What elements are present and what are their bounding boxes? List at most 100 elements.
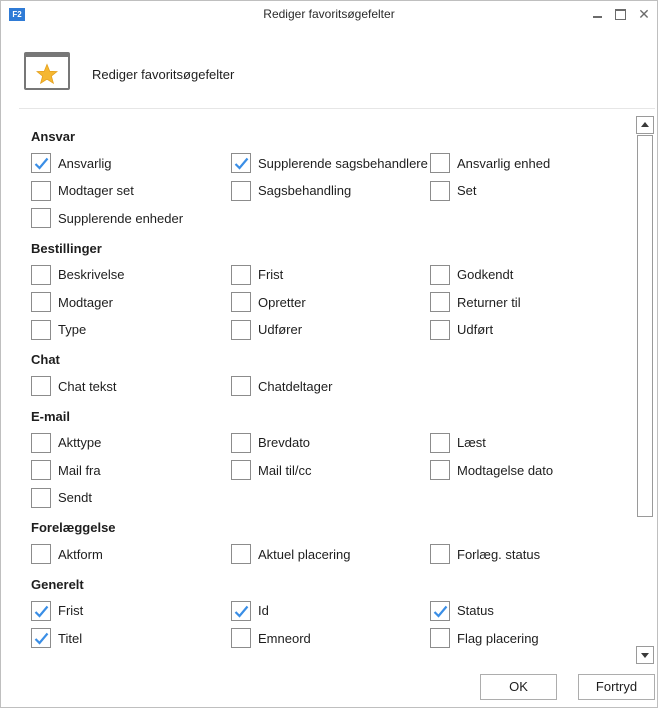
checkbox-item[interactable]: Aktuel placering: [231, 544, 351, 564]
checkbox-label: Aktuel placering: [258, 546, 351, 562]
checkbox-item[interactable]: Emneord: [231, 628, 311, 648]
checkbox-checked[interactable]: [31, 600, 51, 621]
scroll-down-icon[interactable]: [636, 646, 654, 664]
checkbox-item[interactable]: Mail til/cc: [231, 460, 311, 480]
checkbox[interactable]: [430, 153, 450, 173]
checkmark-icon: [34, 632, 49, 645]
checkbox[interactable]: [31, 487, 51, 508]
minimize-icon[interactable]: [585, 4, 609, 24]
checkbox[interactable]: [430, 180, 450, 201]
field-list: Ansvar Ansvarlig Supplerende sagsbehandler…: [19, 109, 635, 667]
checkbox-checked[interactable]: [231, 153, 251, 173]
checkbox-item[interactable]: Chatdeltager: [231, 376, 332, 396]
checkbox[interactable]: [231, 180, 251, 201]
checkbox-item[interactable]: Sendt: [31, 487, 92, 508]
group-title: Forelæggelse: [31, 520, 116, 535]
checkbox-item[interactable]: Sagsbehandling: [231, 180, 351, 201]
checkbox[interactable]: [231, 628, 251, 648]
checkbox-label: Udført: [457, 322, 494, 337]
checkbox-item[interactable]: Ansvarlig: [31, 153, 111, 173]
vertical-scrollbar[interactable]: [636, 116, 654, 666]
checkbox[interactable]: [31, 180, 51, 201]
checkbox-checked[interactable]: [430, 600, 450, 621]
group-title: E-mail: [31, 408, 71, 424]
checkbox-label: Frist: [258, 267, 284, 282]
checkbox[interactable]: [31, 432, 51, 453]
checkbox[interactable]: [430, 264, 450, 285]
checkbox-label: Chatdeltager: [258, 378, 333, 394]
checkbox-item[interactable]: Chat tekst: [31, 376, 117, 396]
checkbox-item[interactable]: Supplerende sagsbehandlere: [231, 153, 428, 173]
checkbox-item[interactable]: Frist: [231, 264, 284, 285]
checkbox[interactable]: [430, 628, 450, 648]
checkbox-item[interactable]: Returner til: [430, 292, 521, 312]
checkbox-item[interactable]: Modtager: [31, 292, 113, 312]
checkmark-icon: [34, 157, 49, 170]
checkbox-item[interactable]: Type: [31, 319, 87, 340]
maximize-icon[interactable]: [607, 4, 631, 24]
checkbox-checked[interactable]: [31, 628, 51, 648]
checkbox[interactable]: [231, 264, 251, 285]
checkbox[interactable]: [231, 319, 251, 340]
checkbox-item[interactable]: Frist: [31, 600, 83, 621]
checkbox-item[interactable]: Ansvarlig enhed: [430, 153, 550, 173]
checkbox[interactable]: [231, 460, 251, 480]
checkbox-item[interactable]: Supplerende enheder: [31, 208, 183, 228]
checkbox-label: Titel: [58, 630, 83, 646]
checkbox-label: Flag placering: [457, 630, 539, 646]
checkbox-checked[interactable]: [231, 600, 251, 621]
ok-button[interactable]: OK: [480, 674, 557, 700]
checkbox[interactable]: [31, 264, 51, 285]
checkbox-item[interactable]: Aktform: [31, 544, 103, 564]
scroll-up-icon[interactable]: [636, 116, 654, 134]
checkbox[interactable]: [31, 292, 51, 312]
checkbox[interactable]: [430, 460, 450, 480]
checkbox-checked[interactable]: [31, 153, 51, 173]
checkbox-label: Opretter: [258, 294, 306, 310]
checkbox-item[interactable]: Akttype: [31, 432, 101, 453]
checkbox[interactable]: [31, 319, 51, 340]
checkbox-label: Brevdato: [258, 435, 311, 450]
checkbox[interactable]: [430, 432, 450, 453]
checkbox-item[interactable]: Modtager set: [31, 180, 134, 201]
checkbox-item[interactable]: Læst: [430, 432, 486, 453]
checkbox[interactable]: [231, 432, 251, 453]
group-title: Bestillinger: [31, 240, 102, 256]
checkbox-item[interactable]: Titel: [31, 628, 82, 648]
checkbox[interactable]: [231, 292, 251, 312]
checkbox[interactable]: [31, 376, 51, 396]
checkbox-label: Supplerende sagsbehandlere: [258, 155, 428, 171]
scroll-thumb[interactable]: [637, 135, 653, 517]
checkbox-item[interactable]: Id: [231, 600, 269, 621]
checkbox[interactable]: [430, 319, 450, 340]
checkbox-label: Type: [58, 322, 87, 337]
checkbox-item[interactable]: Beskrivelse: [31, 264, 124, 285]
checkbox-item[interactable]: Forlæg. status: [430, 544, 540, 564]
checkbox[interactable]: [31, 208, 51, 228]
checkbox-item[interactable]: Opretter: [231, 292, 306, 312]
checkbox[interactable]: [231, 376, 251, 396]
checkbox-label: Modtager set: [58, 183, 134, 198]
checkbox-item[interactable]: Brevdato: [231, 432, 311, 453]
checkbox-item[interactable]: Set: [430, 180, 477, 201]
cancel-button[interactable]: Fortryd: [578, 674, 655, 700]
checkmark-icon: [34, 605, 49, 618]
checkbox-item[interactable]: Flag placering: [430, 628, 539, 648]
checkbox[interactable]: [31, 460, 51, 480]
checkbox[interactable]: [31, 544, 51, 564]
checkbox-item[interactable]: Udført: [430, 319, 494, 340]
checkbox[interactable]: [231, 544, 251, 564]
checkbox[interactable]: [430, 544, 450, 564]
checkmark-icon: [433, 605, 448, 618]
checkbox-item[interactable]: Godkendt: [430, 264, 513, 285]
checkbox-item[interactable]: Status: [430, 600, 494, 621]
checkbox-label: Ansvarlig: [58, 155, 112, 171]
checkbox[interactable]: [430, 292, 450, 312]
dialog-window: F2 Rediger favoritsøgefelter ✕ Rediger f…: [0, 0, 658, 708]
checkbox-item[interactable]: Udfører: [231, 319, 302, 340]
close-icon[interactable]: ✕: [632, 4, 656, 24]
checkbox-item[interactable]: Modtagelse dato: [430, 460, 553, 480]
checkbox-label: Mail til/cc: [258, 462, 312, 478]
star-icon: [24, 52, 70, 90]
checkbox-item[interactable]: Mail fra: [31, 460, 101, 480]
